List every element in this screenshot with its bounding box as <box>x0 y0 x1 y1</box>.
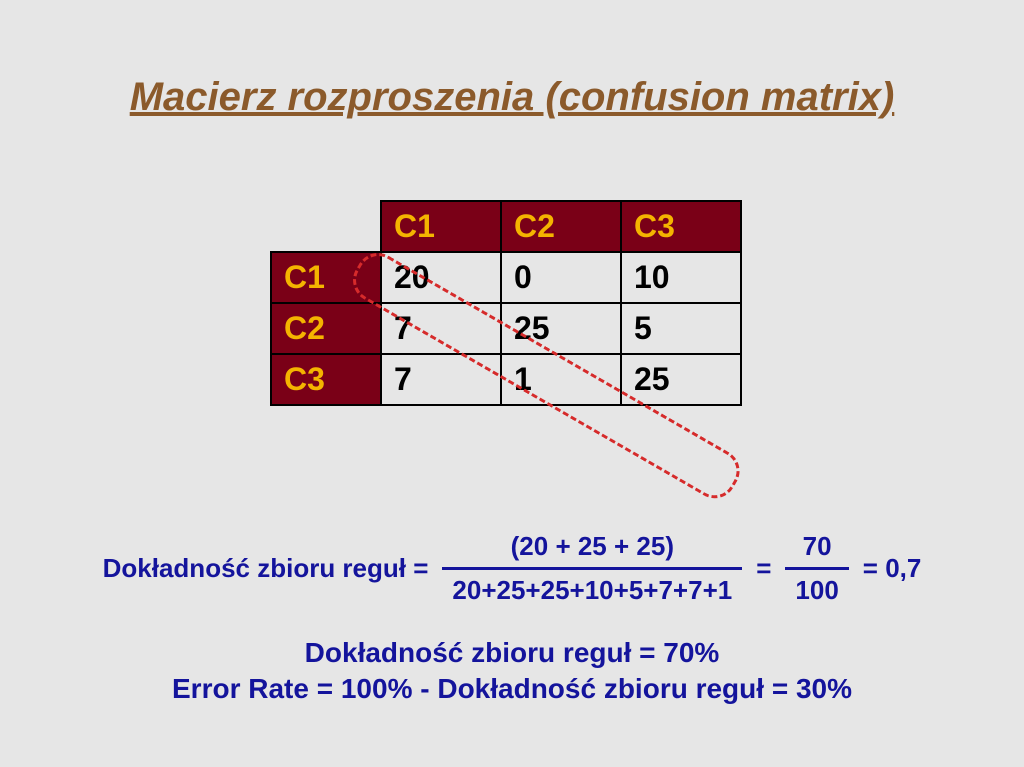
row-header: C2 <box>271 303 381 354</box>
cell: 1 <box>501 354 621 405</box>
cell: 25 <box>501 303 621 354</box>
cell: 25 <box>621 354 741 405</box>
error-rate-line: Error Rate = 100% - Dokładność zbioru re… <box>0 671 1024 707</box>
result: = 0,7 <box>863 553 922 584</box>
fraction-2: 70 100 <box>785 530 848 606</box>
equals: = <box>756 553 771 584</box>
col-header: C3 <box>621 201 741 252</box>
row-header: C1 <box>271 252 381 303</box>
accuracy-formula: Dokładność zbioru reguł = (20 + 25 + 25)… <box>0 530 1024 606</box>
cell: 20 <box>381 252 501 303</box>
slide-title: Macierz rozproszenia (confusion matrix) <box>0 75 1024 120</box>
confusion-matrix-table: C1 C2 C3 C1 20 0 10 C2 7 25 5 C3 7 1 25 <box>270 200 742 406</box>
cell: 0 <box>501 252 621 303</box>
cell: 10 <box>621 252 741 303</box>
numerator: 70 <box>793 530 842 567</box>
row-header: C3 <box>271 354 381 405</box>
cell: 7 <box>381 303 501 354</box>
col-header: C1 <box>381 201 501 252</box>
formula-label: Dokładność zbioru reguł = <box>103 553 429 584</box>
col-header: C2 <box>501 201 621 252</box>
cell: 5 <box>621 303 741 354</box>
denominator: 20+25+25+10+5+7+7+1 <box>442 567 742 607</box>
denominator: 100 <box>785 567 848 607</box>
fraction-1: (20 + 25 + 25) 20+25+25+10+5+7+7+1 <box>442 530 742 606</box>
accuracy-percent-line: Dokładność zbioru reguł = 70% <box>0 635 1024 671</box>
numerator: (20 + 25 + 25) <box>501 530 684 567</box>
conclusion-block: Dokładność zbioru reguł = 70% Error Rate… <box>0 635 1024 708</box>
cell: 7 <box>381 354 501 405</box>
table-corner <box>271 201 381 252</box>
